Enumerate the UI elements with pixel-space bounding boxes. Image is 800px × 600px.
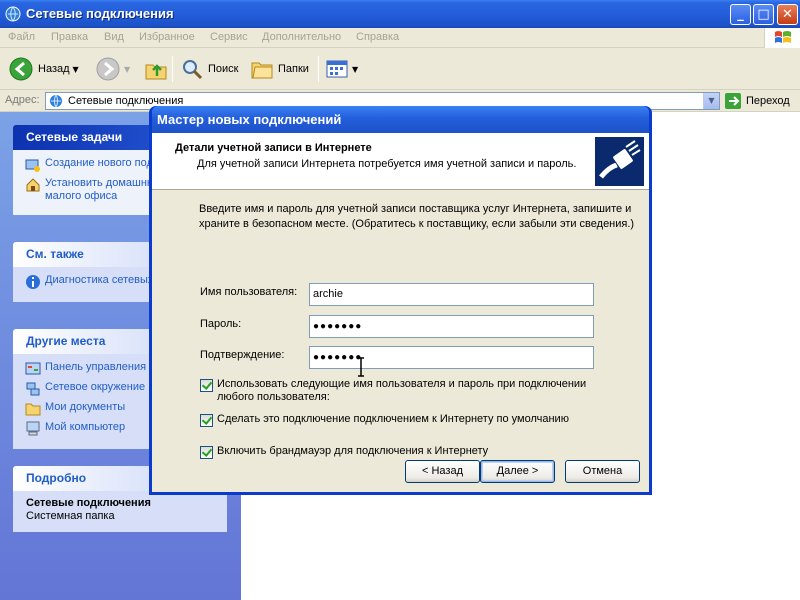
details-name: Сетевые подключения — [26, 497, 151, 509]
firewall-label: Включить брандмауэр для подключения к Ин… — [217, 445, 489, 457]
username-field[interactable]: archie — [309, 283, 594, 306]
firewall-checkbox-row[interactable]: Включить брандмауэр для подключения к Ин… — [200, 445, 488, 459]
confirm-password-label: Подтверждение: — [200, 349, 285, 361]
back-arrow-icon — [9, 57, 33, 81]
forward-button[interactable]: ▼ — [95, 53, 130, 85]
toolbar-separator — [172, 56, 173, 82]
network-connections-icon — [5, 6, 21, 22]
folders-icon — [251, 62, 273, 79]
next-button[interactable]: Далее > — [480, 460, 555, 483]
address-dropdown-icon[interactable]: ▼ — [703, 93, 719, 109]
firewall-checkbox[interactable] — [200, 446, 213, 459]
menu-tools[interactable]: Сервис — [210, 31, 248, 43]
menu-edit[interactable]: Правка — [51, 31, 88, 43]
dialog-client-area: Детали учетной записи в Интернете Для уч… — [152, 133, 649, 492]
menu-favorites[interactable]: Избранное — [139, 31, 195, 43]
new-connection-icon — [25, 159, 40, 172]
use-credentials-checkbox-row[interactable]: Использовать следующие имя пользователя … — [200, 378, 600, 404]
search-button[interactable]: Поиск — [180, 53, 238, 85]
home-network-icon — [26, 178, 40, 192]
menu-file[interactable]: Файл — [8, 31, 35, 43]
menu-view[interactable]: Вид — [104, 31, 124, 43]
forward-dropdown-icon[interactable]: ▼ — [124, 65, 130, 74]
minimize-button[interactable]: _ — [730, 4, 751, 25]
computer-icon — [26, 421, 40, 436]
windows-flag-icon — [775, 31, 791, 43]
confirm-password-field[interactable]: ●●●●●●● — [309, 346, 594, 369]
username-label: Имя пользователя: — [200, 286, 298, 298]
toolbar-separator — [318, 56, 319, 82]
new-connection-wizard-dialog: Мастер новых подключений Детали учетной … — [149, 106, 652, 495]
search-label: Поиск — [208, 63, 239, 75]
dialog-header: Детали учетной записи в Интернете Для уч… — [152, 133, 649, 190]
address-label: Адрес: — [5, 94, 40, 106]
search-icon — [183, 60, 203, 80]
default-connection-label: Сделать это подключение подключением к И… — [217, 413, 569, 425]
default-connection-checkbox-row[interactable]: Сделать это подключение подключением к И… — [200, 413, 569, 427]
folders-button[interactable]: Папки — [250, 53, 309, 85]
menu-advanced[interactable]: Дополнительно — [262, 31, 341, 43]
network-places-icon — [26, 382, 40, 396]
control-panel-icon — [25, 362, 41, 375]
place-label: Сетевое окружение — [45, 381, 146, 393]
default-connection-checkbox[interactable] — [200, 414, 213, 427]
dialog-intro-text: Введите имя и пароль для учетной записи … — [199, 203, 635, 230]
maximize-button[interactable]: □ — [753, 4, 774, 25]
dialog-subheading: Для учетной записи Интернета потребуется… — [197, 158, 577, 170]
place-label: Панель управления — [45, 361, 147, 373]
close-button[interactable]: ✕ — [777, 4, 798, 25]
details-type: Системная папка — [26, 510, 115, 522]
toolbar: Назад ▼ ▼ Поиск Папки ▼ — [0, 48, 800, 90]
dialog-title: Мастер новых подключений — [152, 106, 649, 133]
menu-bar: Файл Правка Вид Избранное Сервис Дополни… — [0, 28, 800, 48]
back-dropdown-icon[interactable]: ▼ — [73, 65, 79, 74]
up-button[interactable] — [143, 53, 169, 85]
password-field[interactable]: ●●●●●●● — [309, 315, 594, 338]
views-dropdown-icon[interactable]: ▼ — [352, 65, 358, 74]
menu-help[interactable]: Справка — [356, 31, 399, 43]
text-cursor-icon — [358, 357, 364, 377]
views-icon — [326, 60, 348, 78]
views-button[interactable]: ▼ — [325, 53, 358, 85]
place-label: Мои документы — [45, 401, 126, 413]
folder-icon — [25, 403, 41, 416]
back-wizard-button[interactable]: < Назад — [405, 460, 480, 483]
cancel-button[interactable]: Отмена — [565, 460, 640, 483]
windows-logo — [764, 28, 800, 48]
network-cable-icon — [595, 137, 644, 186]
go-label: Переход — [746, 95, 790, 107]
folder-up-icon — [145, 64, 167, 80]
forward-arrow-icon — [96, 57, 120, 81]
dialog-heading: Детали учетной записи в Интернете — [175, 142, 372, 154]
back-button[interactable]: Назад ▼ — [8, 53, 79, 85]
title-bar: Сетевые подключения _ □ ✕ — [0, 0, 800, 28]
use-credentials-label: Использовать следующие имя пользователя … — [217, 378, 587, 403]
go-arrow-icon — [725, 93, 741, 109]
place-label: Мой компьютер — [45, 421, 126, 433]
folders-label: Папки — [278, 63, 309, 75]
network-connections-icon — [50, 94, 62, 108]
use-credentials-checkbox[interactable] — [200, 379, 213, 392]
go-button[interactable]: Переход — [724, 92, 790, 110]
back-label: Назад — [38, 63, 70, 75]
window-title: Сетевые подключения — [26, 6, 174, 21]
password-label: Пароль: — [200, 318, 242, 330]
info-icon — [26, 275, 40, 289]
